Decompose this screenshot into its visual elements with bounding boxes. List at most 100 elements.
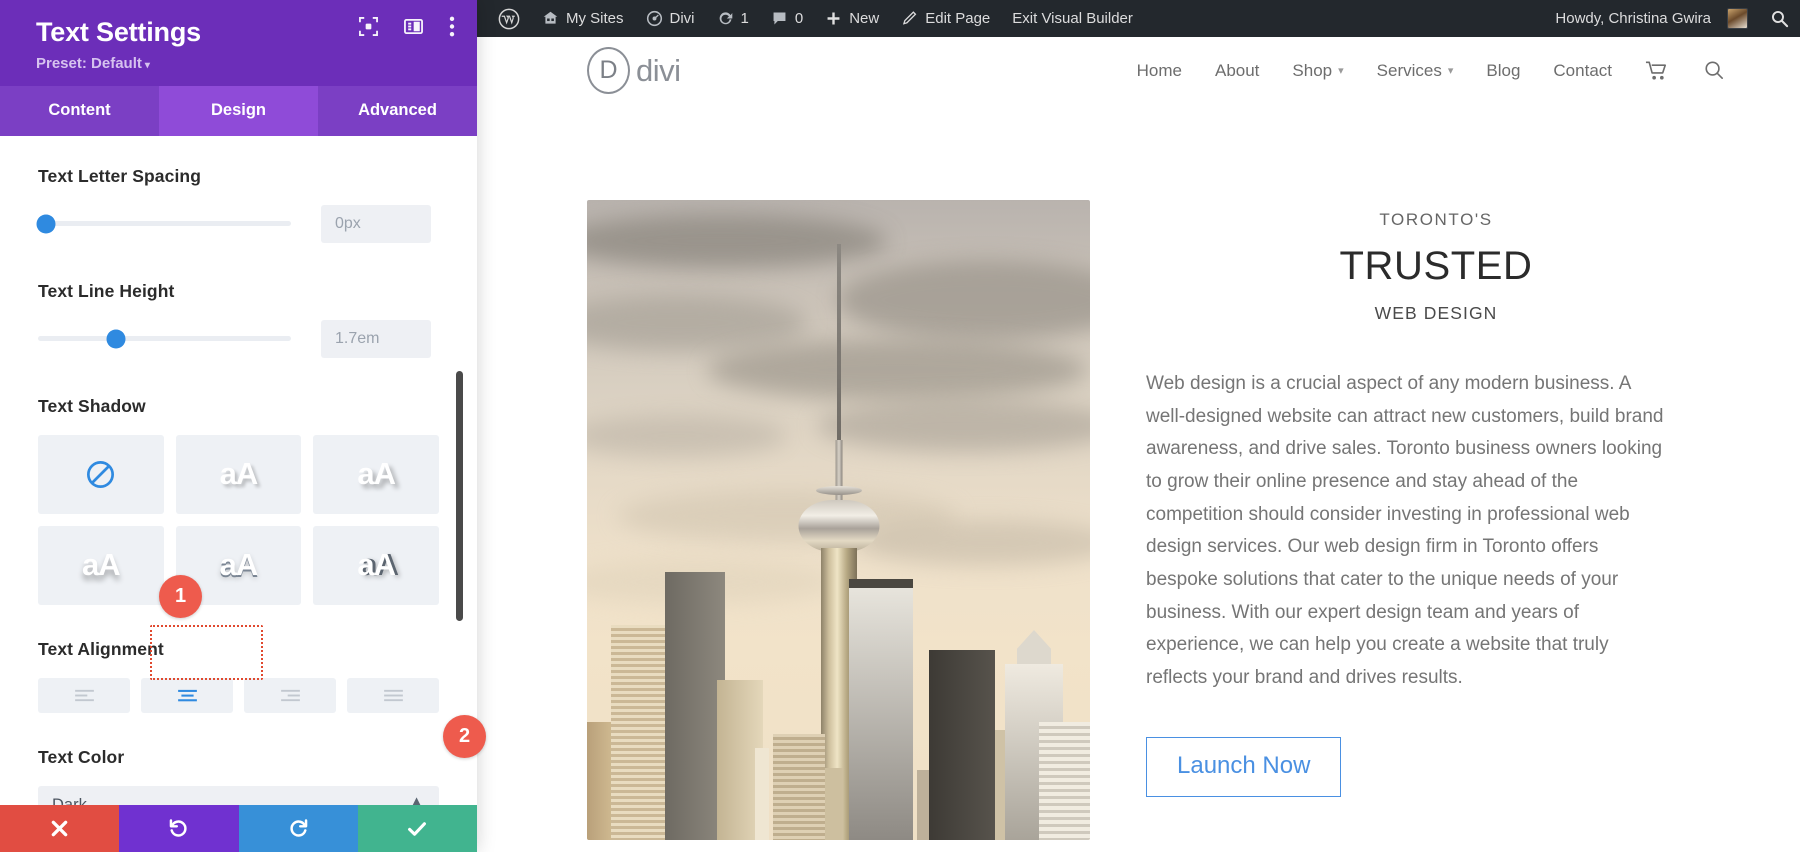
admin-bar-account[interactable]: Howdy, Christina Gwira [1544,0,1759,37]
settings-scrollbar-track[interactable] [463,136,470,805]
annotation-badge-2: 2 [443,715,486,758]
redo-button[interactable] [239,805,358,852]
field-label: Text Alignment [38,639,439,660]
line-height-slider[interactable] [38,336,291,341]
undo-icon [168,818,189,839]
align-justify-icon [383,688,404,703]
shadow-sample: aA [357,547,395,583]
wordpress-icon [498,8,520,30]
admin-bar-edit-page[interactable]: Edit Page [890,0,1001,37]
redo-icon [288,818,309,839]
hero-headline: TRUSTED [1146,244,1726,289]
field-label: Text Letter Spacing [38,166,439,187]
cart-button[interactable] [1645,60,1670,82]
save-button[interactable] [358,805,477,852]
admin-bar-updates-count: 1 [741,10,749,27]
admin-bar-exit-label: Exit Visual Builder [1012,10,1133,27]
text-shadow-options: aA aA aA aA aA [38,435,439,605]
preset-selector[interactable]: Preset: Default▾ [36,55,455,72]
hero-image-cn-tower[interactable] [587,200,1090,840]
text-alignment-center[interactable] [141,678,233,713]
nav-label: Home [1137,61,1182,81]
nav-item-services[interactable]: Services ▾ [1377,61,1454,81]
nav-label: Shop [1292,61,1332,81]
focus-target-icon[interactable] [359,17,378,36]
wordpress-admin-bar: My Sites Divi 1 0 [477,0,1800,37]
nav-label: About [1215,61,1259,81]
avatar [1727,8,1748,29]
cn-tower-mast [837,244,841,454]
skyline-building [665,572,725,840]
nav-item-shop[interactable]: Shop ▾ [1292,61,1343,81]
text-color-value: Dark [52,796,87,805]
sites-icon [542,10,559,27]
letter-spacing-value[interactable]: 0px [321,205,431,243]
admin-bar-new[interactable]: New [814,0,890,37]
admin-bar-comments[interactable]: 0 [760,0,814,37]
launch-now-button[interactable]: Launch Now [1146,737,1341,797]
site-search-button[interactable] [1703,59,1726,82]
text-shadow-option-1[interactable]: aA [176,435,302,514]
text-shadow-option-none[interactable] [38,435,164,514]
align-center-icon [177,688,198,703]
page-content: TORONTO'S TRUSTED WEB DESIGN Web design … [477,104,1800,852]
skyline-building [849,579,913,588]
field-text-letter-spacing: Text Letter Spacing 0px [38,136,439,243]
admin-bar-my-sites[interactable]: My Sites [531,0,635,37]
tab-design[interactable]: Design [159,86,318,136]
admin-bar-comments-count: 0 [795,10,803,27]
text-alignment-left[interactable] [38,678,130,713]
settings-scrollbar-thumb[interactable] [456,371,463,621]
hero-eyebrow: TORONTO'S [1146,210,1726,230]
site-logo[interactable]: D divi [587,47,681,94]
more-vertical-icon[interactable] [449,16,455,37]
check-icon [406,818,428,840]
admin-bar-divi-label: Divi [670,10,695,27]
admin-bar-wordpress-logo[interactable] [487,0,531,37]
nav-label: Services [1377,61,1442,81]
text-shadow-option-2[interactable]: aA [313,435,439,514]
shadow-sample: aA [220,547,258,583]
admin-bar-updates[interactable]: 1 [706,0,760,37]
field-text-color: Text Color Dark ▲▼ [38,743,439,805]
undo-button[interactable] [119,805,238,852]
text-alignment-options [38,678,439,713]
website-preview-area: My Sites Divi 1 0 [477,0,1800,852]
admin-bar-new-label: New [849,10,879,27]
letter-spacing-control: 0px [38,205,439,243]
nav-item-about[interactable]: About [1215,61,1259,81]
tab-advanced[interactable]: Advanced [318,86,477,136]
cn-tower-skypod-ring [816,486,862,495]
skyline-building [773,734,825,840]
updates-icon [717,10,734,27]
skyline-building [1017,630,1051,664]
field-text-line-height: Text Line Height 1.7em [38,277,439,358]
tab-content[interactable]: Content [0,86,159,136]
comment-icon [771,10,788,27]
nav-item-contact[interactable]: Contact [1553,61,1612,81]
letter-spacing-slider[interactable] [38,221,291,226]
admin-bar-search[interactable] [1759,0,1800,37]
slider-knob[interactable] [36,214,55,233]
settings-footer-actions [0,805,477,852]
skyline-building [849,588,913,840]
nav-item-home[interactable]: Home [1137,61,1182,81]
text-shadow-option-3[interactable]: aA [38,526,164,605]
cart-icon [1645,60,1670,82]
settings-panel-body: Text Letter Spacing 0px Text Line Height… [0,136,477,805]
text-shadow-option-5[interactable]: aA [313,526,439,605]
nav-label: Blog [1486,61,1520,81]
text-color-select[interactable]: Dark ▲▼ [38,786,439,805]
layout-columns-icon[interactable] [404,17,423,36]
admin-bar-my-sites-label: My Sites [566,10,624,27]
nav-item-blog[interactable]: Blog [1486,61,1520,81]
slider-knob[interactable] [107,329,126,348]
discard-button[interactable] [0,805,119,852]
admin-bar-exit-visual-builder[interactable]: Exit Visual Builder [1001,0,1144,37]
text-alignment-justify[interactable] [347,678,439,713]
settings-header-actions [359,16,455,37]
admin-bar-divi[interactable]: Divi [635,0,706,37]
text-alignment-right[interactable] [244,678,336,713]
line-height-value[interactable]: 1.7em [321,320,431,358]
admin-bar-right-group: Howdy, Christina Gwira [1544,0,1800,37]
